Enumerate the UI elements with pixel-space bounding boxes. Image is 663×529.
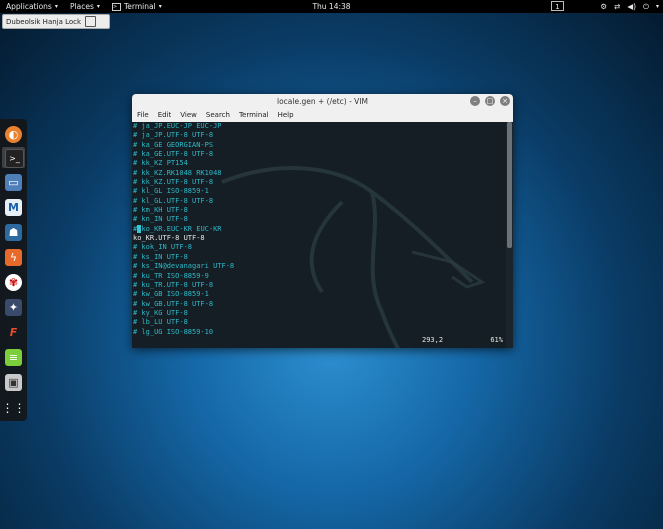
close-button[interactable]: ×: [500, 96, 510, 106]
maltego-icon[interactable]: ✾: [5, 274, 22, 291]
editor-line: # ku_TR.UTF-8 UTF-8: [133, 280, 214, 289]
burpsuite-icon[interactable]: ϟ: [5, 249, 22, 266]
editor-line: # ka_GE.UTF-8 UTF-8: [133, 150, 214, 159]
menu-view[interactable]: View: [180, 109, 197, 122]
window-menubar: File Edit View Search Terminal Help: [132, 109, 513, 122]
scrollbar[interactable]: [506, 122, 513, 348]
editor-line: # ja_JP.UTF-8 UTF-8: [133, 131, 214, 140]
menu-file[interactable]: File: [137, 109, 149, 122]
scrollbar-thumb[interactable]: [507, 122, 512, 248]
clipboard-icon: [85, 16, 97, 27]
dock: ◐ >_ ▭ M ☗ ϟ ✾ ✦ F ≡ ▣ ⋮⋮: [0, 119, 27, 421]
menu-help[interactable]: Help: [278, 109, 294, 122]
firefox-icon[interactable]: ◐: [5, 126, 22, 143]
faraday-icon[interactable]: F: [5, 324, 22, 341]
editor-line: # ka_GE GEORGIAN-PS: [133, 140, 214, 149]
workspace-indicator[interactable]: 1: [551, 1, 564, 11]
editor-line: # kw_GB ISO-8859-1: [133, 290, 209, 299]
keyboard-layout-indicator[interactable]: Dubeolsik Hanja Lock: [2, 14, 110, 29]
cursor-line-text: ko_KR.EUC-KR EUC-KR: [141, 224, 222, 233]
accessibility-icon[interactable]: ⚙: [600, 0, 607, 13]
chevron-down-icon: ▾: [655, 3, 659, 10]
editor-line: # km_KH UTF-8: [133, 206, 188, 215]
editor-line: # ky_KG UTF-8: [133, 308, 188, 317]
editor-line: # ks_IN UTF-8: [133, 252, 188, 261]
leafpad-icon[interactable]: ≡: [5, 349, 22, 366]
editor-line: # kok_IN UTF-8: [133, 243, 193, 252]
editor-line: # kl_GL ISO-8859-1: [133, 187, 209, 196]
menu-terminal[interactable]: Terminal: [239, 109, 269, 122]
keyboard-label: Dubeolsik Hanja Lock: [6, 17, 82, 26]
editor-line: # kk_KZ.UTF-8 UTF-8: [133, 178, 214, 187]
vim-status-line: 293,2 61%: [133, 336, 505, 346]
vim-terminal-window[interactable]: locale.gen + (/etc) - VIM – □ × File Edi…: [132, 94, 513, 348]
editor-line: # kk_KZ.RK1048 RK1048: [133, 168, 222, 177]
editor-line: # ja_JP.EUC-JP EUC-JP: [133, 122, 222, 130]
menu-edit[interactable]: Edit: [158, 109, 172, 122]
editor-line: ko_KR.UTF-8 UTF-8: [133, 234, 205, 243]
network-icon[interactable]: ⇄: [614, 0, 620, 13]
cutycapt-icon[interactable]: ▣: [5, 374, 22, 391]
cursor-position: 293,2: [422, 336, 444, 344]
menu-search[interactable]: Search: [206, 109, 230, 122]
top-bar: Applications ▾ Places ▾ > Terminal ▾ Thu…: [0, 0, 663, 13]
editor-line: # ku_TR ISO-8859-9: [133, 271, 209, 280]
files-icon[interactable]: ▭: [5, 174, 22, 191]
editor-line: # kl_GL.UTF-8 UTF-8: [133, 196, 214, 205]
window-title: locale.gen + (/etc) - VIM: [277, 97, 368, 106]
scroll-percent: 61%: [490, 336, 503, 344]
maximize-button[interactable]: □: [485, 96, 495, 106]
volume-icon[interactable]: ◀): [627, 0, 636, 13]
beef-icon[interactable]: ✦: [5, 299, 22, 316]
editor-line: # kn_IN UTF-8: [133, 215, 188, 224]
show-apps-icon[interactable]: ⋮⋮: [2, 399, 26, 416]
editor-line: # kw_GB.UTF-8 UTF-8: [133, 299, 214, 308]
terminal-icon[interactable]: >_: [5, 149, 24, 168]
system-tray[interactable]: ⚙ ⇄ ◀) ⏻ ▾: [600, 0, 659, 13]
cursor-line: # ko_KR.EUC-KR EUC-KR: [133, 224, 513, 234]
terminal-content[interactable]: # ja_JP.EUC-JP EUC-JP # ja_JP.UTF-8 UTF-…: [132, 122, 513, 348]
minimize-button[interactable]: –: [470, 96, 480, 106]
armitage-icon[interactable]: ☗: [5, 224, 22, 241]
window-titlebar[interactable]: locale.gen + (/etc) - VIM – □ ×: [132, 94, 513, 109]
power-icon[interactable]: ⏻: [643, 0, 649, 13]
editor-line: # ks_IN@devanagari UTF-8: [133, 262, 235, 271]
editor-line: # kk_KZ PT154: [133, 159, 188, 168]
metasploit-icon[interactable]: M: [5, 199, 22, 216]
editor-line: # lb_LU UTF-8: [133, 318, 188, 327]
